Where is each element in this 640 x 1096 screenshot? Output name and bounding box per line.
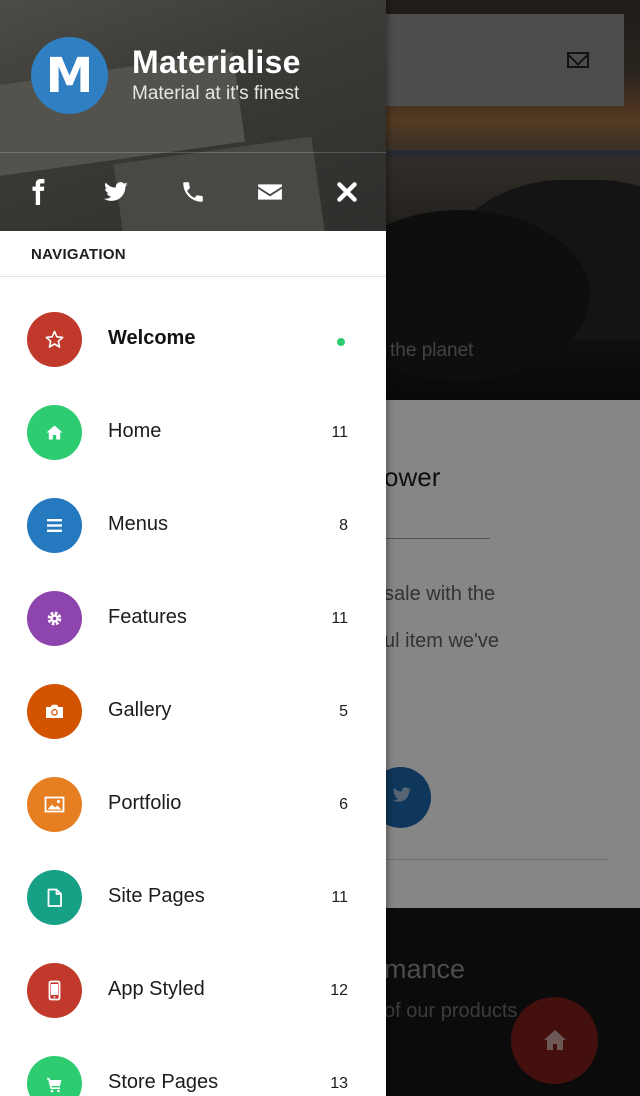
- nav-item-gallery[interactable]: Gallery 5: [0, 684, 386, 777]
- mobile-icon: [48, 980, 61, 1001]
- nav-item-home[interactable]: Home 11: [0, 405, 386, 498]
- nav-icon-circle: [27, 1056, 82, 1096]
- nav-item-portfolio[interactable]: Portfolio 6: [0, 777, 386, 870]
- nav-icon-circle: [27, 963, 82, 1018]
- bars-icon: [47, 519, 62, 532]
- nav-icon-circle: [27, 312, 82, 367]
- nav-item-site-pages[interactable]: Site Pages 11: [0, 870, 386, 963]
- brand-logo: M: [31, 37, 108, 114]
- nav-icon-circle: [27, 498, 82, 553]
- nav-item-features[interactable]: Features 11: [0, 591, 386, 684]
- envelope-icon[interactable]: [257, 179, 283, 205]
- nav-item-count: 11: [331, 610, 348, 627]
- nav-item-label: Site Pages: [108, 885, 205, 907]
- brand-subtitle: Material at it's finest: [132, 83, 300, 104]
- nav-item-label: Store Pages: [108, 1071, 219, 1093]
- facebook-icon[interactable]: [26, 179, 52, 205]
- drawer-header: M Materialise Material at it's finest: [0, 0, 386, 231]
- file-icon: [47, 888, 62, 907]
- star-icon: [45, 330, 64, 348]
- home-icon: [46, 425, 63, 440]
- nav-item-label: Features: [108, 606, 187, 628]
- nav-item-label: Welcome: [108, 327, 196, 349]
- gear-icon: [47, 611, 62, 626]
- nav-icon-circle: [27, 777, 82, 832]
- nav-icon-circle: [27, 870, 82, 925]
- navigation-heading: NAVIGATION: [31, 246, 126, 263]
- nav-item-label: Portfolio: [108, 792, 182, 814]
- nav-icon-circle: [27, 591, 82, 646]
- nav-item-menus[interactable]: Menus 8: [0, 498, 386, 591]
- nav-item-app-styled[interactable]: App Styled 12: [0, 963, 386, 1056]
- nav-item-welcome[interactable]: Welcome: [0, 312, 386, 405]
- phone-icon[interactable]: [180, 179, 206, 205]
- nav-item-count: 11: [331, 424, 348, 441]
- nav-item-label: Home: [108, 420, 162, 442]
- close-icon[interactable]: [334, 179, 360, 205]
- nav-item-count: 6: [339, 796, 348, 813]
- nav-item-count: 12: [330, 982, 348, 999]
- nav-icon-circle: [27, 405, 82, 460]
- nav-item-label: Menus: [108, 513, 169, 535]
- nav-item-count: 5: [339, 703, 348, 720]
- nav-icon-circle: [27, 684, 82, 739]
- active-indicator-dot: [337, 338, 345, 346]
- nav-item-count: 13: [330, 1075, 348, 1092]
- brand-logo-letter: M: [45, 47, 94, 104]
- nav-item-label: App Styled: [108, 978, 205, 1000]
- nav-item-count: 8: [339, 517, 348, 534]
- brand-title: Materialise: [132, 44, 301, 80]
- nav-item-count: 11: [331, 889, 348, 906]
- nav-item-label: Gallery: [108, 699, 172, 721]
- navigation-divider: [0, 276, 386, 277]
- twitter-icon[interactable]: [103, 179, 129, 205]
- cart-icon: [47, 1078, 62, 1093]
- header-divider: [0, 152, 386, 153]
- nav-item-store-pages[interactable]: Store Pages 13: [0, 1056, 386, 1096]
- image-icon: [44, 796, 65, 813]
- navigation-drawer: M Materialise Material at it's finest NA…: [0, 0, 386, 1096]
- camera-icon: [46, 704, 63, 718]
